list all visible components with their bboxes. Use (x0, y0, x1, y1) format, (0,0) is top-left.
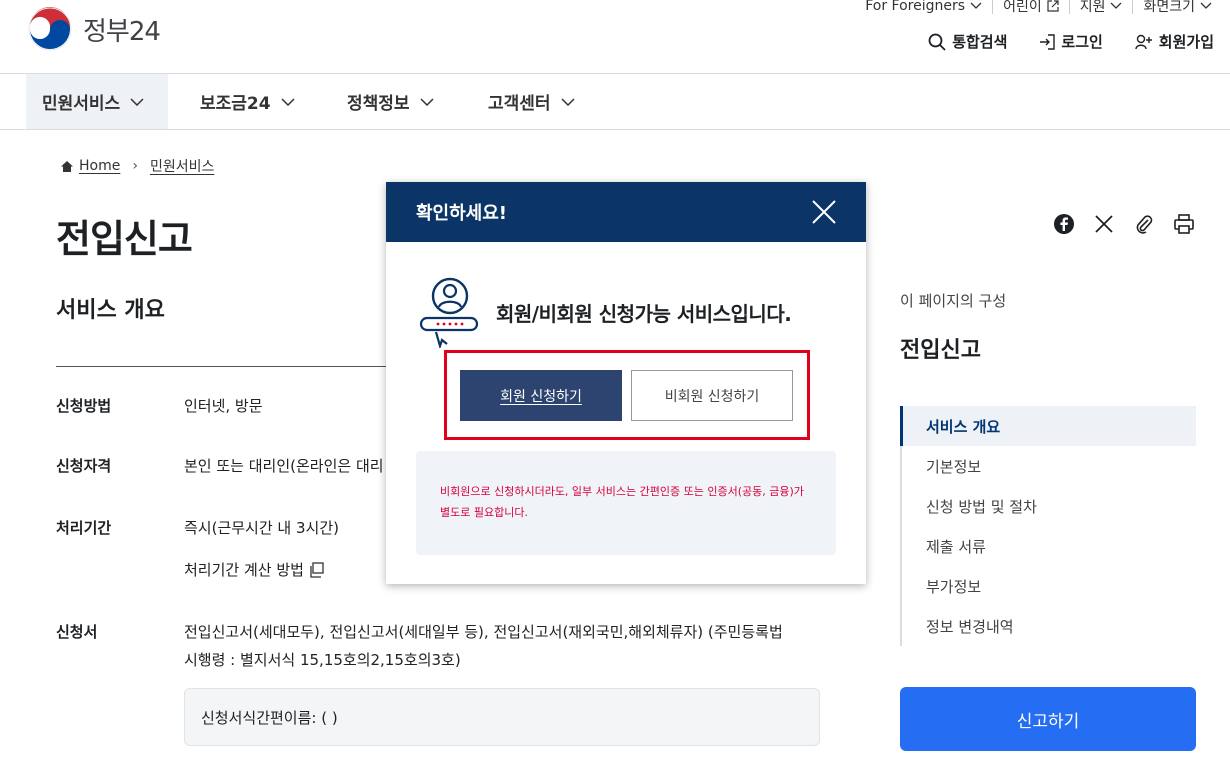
print-button[interactable] (1172, 212, 1196, 236)
info-row-qualification: 신청자격 본인 또는 대리인(온라인은 대리 (56, 452, 384, 480)
nav-label: 민원서비스 (42, 94, 121, 114)
search-icon (928, 33, 946, 51)
page-title: 전입신고 (56, 217, 193, 261)
toc-item-overview[interactable]: 서비스 개요 (900, 406, 1196, 446)
chevron-down-icon (970, 2, 982, 9)
copy-link-button[interactable] (1132, 212, 1156, 236)
login-icon (1040, 33, 1056, 50)
breadcrumb-separator-icon: › (132, 158, 138, 174)
notice-line: 별도로 필요합니다. (440, 506, 528, 519)
info-value: 본인 또는 대리인(온라인은 대리 (184, 457, 384, 475)
info-row-method: 신청방법 인터넷, 방문 (56, 392, 263, 420)
modal-message-row: 회원/비회원 신청가능 서비스입니다. (418, 276, 792, 348)
period-text: 즉시(근무시간 내 3시간) (184, 519, 339, 537)
nav-label: 정책정보 (347, 94, 410, 114)
chevron-down-icon (281, 97, 295, 106)
modal-message: 회원/비회원 신청가능 서비스입니다. (496, 301, 792, 326)
nav-label: 고객센터 (488, 94, 551, 114)
util-label: 지원 (1079, 0, 1106, 15)
toc-title: 전입신고 (900, 338, 981, 363)
nav-civil-service[interactable]: 민원서비스 (26, 74, 168, 129)
chevron-down-icon (1200, 2, 1212, 9)
header-actions: 통합검색 로그인 회원가입 (896, 31, 1214, 52)
breadcrumb-home[interactable]: Home (79, 158, 120, 174)
signup-label: 회원가입 (1158, 33, 1214, 51)
util-label: 어린이 (1003, 0, 1042, 15)
toc-item-change-history[interactable]: 정보 변경내역 (902, 606, 1196, 646)
breadcrumb: Home › 민원서비스 (60, 156, 214, 176)
period-calc-label: 처리기간 계산 방법 (184, 561, 304, 579)
util-screen-size[interactable]: 화면크기 (1133, 0, 1212, 15)
info-label: 신청방법 (56, 397, 112, 415)
chevron-down-icon (1111, 2, 1122, 9)
member-id-icon (419, 277, 479, 348)
login-label: 로그인 (1061, 33, 1103, 51)
nav-policy-info[interactable]: 정책정보 (347, 74, 434, 129)
external-link-icon (1047, 0, 1059, 12)
facebook-share-button[interactable] (1052, 212, 1076, 236)
search-button[interactable]: 통합검색 (928, 31, 1007, 52)
util-foreigners[interactable]: For Foreigners (855, 0, 994, 14)
confirm-modal: 확인하세요! 회원/비회원 신청가능 서비스입니다. 회원 신청하기 비회원 신… (386, 182, 866, 584)
site-header: 정부24 For Foreigners 어린이 지원 화면크기 통합검색 로그인 (0, 0, 1230, 74)
login-button[interactable]: 로그인 (1039, 31, 1103, 52)
chevron-down-icon (420, 97, 434, 106)
home-icon (61, 160, 73, 172)
breadcrumb-current[interactable]: 민원서비스 (150, 156, 214, 176)
logo-text: 정부24 (83, 16, 161, 47)
gov24-logo[interactable]: 정부24 (27, 6, 161, 52)
close-icon[interactable] (810, 198, 838, 226)
toc-item-basic-info[interactable]: 기본정보 (902, 446, 1196, 486)
user-add-icon (1135, 34, 1152, 49)
info-label: 신청자격 (56, 457, 112, 475)
util-label: For Foreigners (865, 0, 966, 14)
chevron-down-icon (561, 97, 575, 106)
search-label: 통합검색 (952, 33, 1008, 51)
util-support[interactable]: 지원 (1070, 0, 1134, 15)
guest-apply-button[interactable]: 비회원 신청하기 (631, 370, 793, 421)
x-share-button[interactable] (1092, 212, 1116, 236)
toc-item-procedure[interactable]: 신청 방법 및 절차 (902, 486, 1196, 526)
section-title: 서비스 개요 (56, 298, 165, 323)
x-icon (1095, 215, 1113, 233)
info-label: 처리기간 (56, 519, 112, 537)
info-row-form: 신청서 전입신고서(세대모두), 전입신고서(세대일부 등), 전입신고서(재외… (56, 618, 783, 674)
toc-caption: 이 페이지의 구성 (900, 292, 1007, 310)
modal-header: 확인하세요! (386, 182, 866, 242)
toc-item-extra-info[interactable]: 부가정보 (902, 566, 1196, 606)
share-tools (1052, 212, 1212, 236)
nav-subsidy24[interactable]: 보조금24 (200, 74, 295, 129)
info-label: 신청서 (56, 623, 98, 641)
taegeuk-logo-icon (28, 6, 72, 51)
util-label: 화면크기 (1143, 0, 1195, 15)
info-value: 전입신고서(세대모두), 전입신고서(세대일부 등), 전입신고서(재외국민,해… (184, 618, 783, 674)
facebook-icon (1054, 214, 1074, 234)
toc-item-documents[interactable]: 제출 서류 (902, 526, 1196, 566)
nav-customer-center[interactable]: 고객센터 (488, 74, 575, 129)
modal-title: 확인하세요! (416, 203, 508, 224)
info-row-period: 처리기간 즉시(근무시간 내 3시간) 처리기간 계산 방법 (56, 514, 339, 584)
modal-notice: 비회원으로 신청하시더라도, 일부 서비스는 간편인증 또는 인증서(공동, 금… (416, 451, 836, 555)
report-button[interactable]: 신고하기 (900, 687, 1196, 751)
util-kids[interactable]: 어린이 (993, 0, 1070, 15)
form-short-name-box: 신청서식간편이름: ( ) (184, 688, 820, 746)
info-value: 즉시(근무시간 내 3시간) 처리기간 계산 방법 (184, 514, 339, 584)
period-calc-link[interactable]: 처리기간 계산 방법 (184, 556, 339, 584)
paperclip-icon (1136, 215, 1153, 234)
copy-icon (310, 562, 324, 578)
nav-label: 보조금24 (200, 94, 271, 114)
chevron-down-icon (130, 97, 144, 106)
signup-button[interactable]: 회원가입 (1135, 31, 1214, 52)
print-icon (1174, 214, 1194, 234)
main-navigation: 민원서비스 보조금24 정책정보 고객센터 (0, 74, 1230, 130)
utility-menu: For Foreigners 어린이 지원 화면크기 (855, 0, 1212, 15)
notice-line: 비회원으로 신청하시더라도, 일부 서비스는 간편인증 또는 인증서(공동, 금… (440, 485, 804, 498)
form-value-line: 전입신고서(세대모두), 전입신고서(세대일부 등), 전입신고서(재외국민,해… (184, 623, 783, 641)
member-apply-button[interactable]: 회원 신청하기 (460, 370, 622, 421)
info-value: 인터넷, 방문 (184, 397, 263, 415)
toc-list: 서비스 개요 기본정보 신청 방법 및 절차 제출 서류 부가정보 정보 변경내… (900, 406, 1196, 646)
form-value-line: 시행령 : 별지서식 15,15호의2,15호의3호) (184, 651, 461, 669)
